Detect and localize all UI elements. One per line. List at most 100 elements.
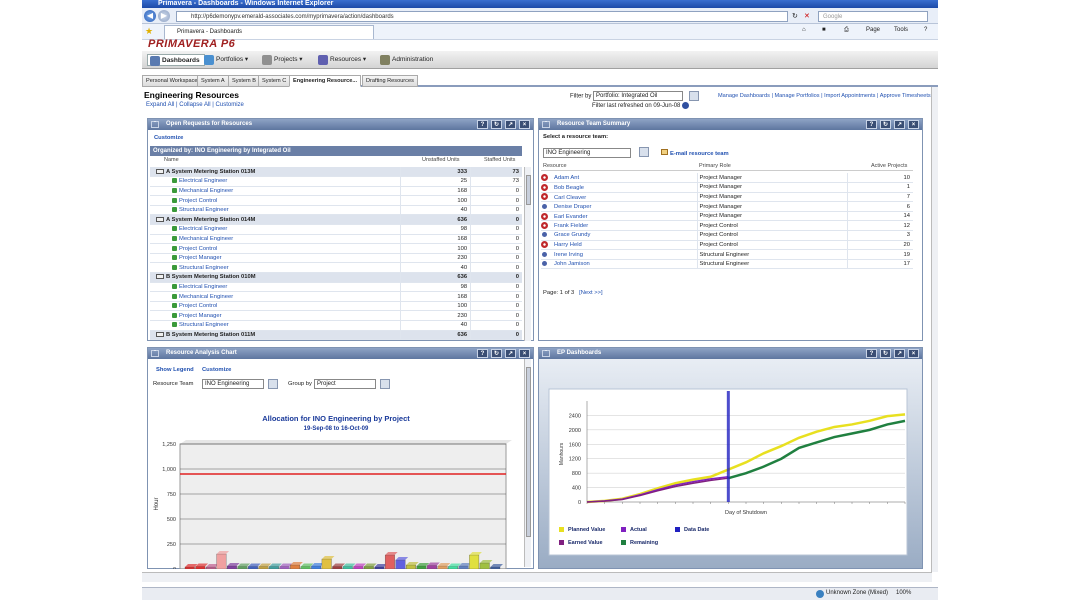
customize-link[interactable]: Customize [202,367,231,373]
collapse-icon[interactable]: ˆ [542,350,550,357]
row-name[interactable]: Mechanical Engineer [179,294,233,300]
refresh-icon[interactable]: ↻ [792,12,798,20]
analysis-team-go[interactable] [268,379,278,389]
row-name[interactable]: Project Control [179,198,217,204]
refresh-filter-icon[interactable] [682,102,690,109]
table-row[interactable]: Harry Held Project Control 20 [541,240,913,251]
row-name[interactable]: Mechanical Engineer [179,236,233,242]
tab-drafting-resources[interactable]: Drafting Resources [362,75,418,87]
resource-name[interactable]: Frank Fielder [554,223,588,229]
tab-engineering-resources[interactable]: Engineering Resource... [289,75,362,87]
help-icon[interactable]: ? [924,27,927,33]
popout-icon[interactable]: ↗ [505,120,516,129]
row-name[interactable]: Project Control [179,303,217,309]
row-name[interactable]: Electrical Engineer [179,284,227,290]
row-name[interactable]: Project Control [179,246,217,252]
table-row[interactable]: Adam Ant Project Manager 10 [541,173,913,184]
group-select[interactable]: Project [314,379,376,389]
team-go-button[interactable] [639,147,649,157]
folder-icon[interactable] [156,168,164,174]
table-row[interactable]: Frank Fielder Project Control 12 [541,220,913,232]
manage-portfolios-link[interactable]: Manage Portfolios [775,93,820,99]
table-row[interactable]: Project Control 100 0 [150,195,522,206]
group-go[interactable] [380,379,390,389]
table-row[interactable]: Bob Beagle Project Manager 1 [541,182,913,193]
resource-name[interactable]: Irene Irving [554,252,583,258]
table-row[interactable]: Structural Engineer 40 0 [150,262,522,274]
approve-timesheets-link[interactable]: Approve Timesheets [880,93,931,99]
table-row[interactable]: Carl Cleaver Project Manager 7 [541,192,913,203]
favorites-star-icon[interactable]: ★ [145,26,153,37]
requests-scrollbar[interactable] [524,167,531,341]
table-row[interactable]: Structural Engineer 40 0 [150,205,522,216]
row-name[interactable]: Structural Engineer [179,322,229,328]
table-row[interactable]: Project Manager 230 0 [150,310,522,321]
group-row[interactable]: B System Metering Station 011M 636 0 [150,330,522,341]
resource-name[interactable]: Harry Held [554,242,582,248]
help-icon[interactable]: ? [866,349,877,358]
row-name[interactable]: Electrical Engineer [179,226,227,232]
menu-projects[interactable]: Projects ▾ [260,54,307,66]
feeds-icon[interactable]: ■ [822,27,826,33]
next-page-link[interactable]: [Next >>] [579,290,603,296]
table-row[interactable]: Denise Draper Project Manager 6 [541,201,913,212]
row-name[interactable]: Mechanical Engineer [179,188,233,194]
forward-button-icon[interactable]: ▶ [158,10,170,22]
table-row[interactable]: Structural Engineer 40 0 [150,320,522,331]
table-row[interactable]: Grace Grundy Project Control 3 [541,230,913,241]
menu-portfolios[interactable]: Portfolios ▾ [202,54,252,66]
resource-name[interactable]: Earl Evander [554,214,588,220]
page-menu[interactable]: Page [866,27,880,33]
folder-icon[interactable] [156,216,164,222]
close-icon[interactable]: × [908,349,919,358]
group-row[interactable]: A System Metering Station 013M 333 73 [150,167,522,178]
horizontal-scrollbar[interactable] [142,572,932,582]
expand-all-link[interactable]: Expand All [146,102,174,108]
table-row[interactable]: Irene Irving Structural Engineer 19 [541,249,913,260]
filter-go-button[interactable] [688,91,699,101]
refresh-icon[interactable]: ↻ [880,349,891,358]
table-row[interactable]: Mechanical Engineer 168 0 [150,291,522,302]
tools-menu[interactable]: Tools [894,27,908,33]
stop-icon[interactable]: ✕ [804,12,810,20]
group-row[interactable]: A System Metering Station 014M 636 0 [150,214,522,226]
back-button-icon[interactable]: ◀ [144,10,156,22]
zoom-level[interactable]: 100% [896,590,911,596]
resource-name[interactable]: John Jamison [554,261,590,267]
close-icon[interactable]: × [519,120,530,129]
table-row[interactable]: Earl Evander Project Manager 14 [541,211,913,222]
team-select[interactable]: INO Engineering [543,148,631,158]
popout-icon[interactable]: ↗ [894,349,905,358]
url-input[interactable]: http://p6demonypv.emerald-associates.com… [176,11,788,22]
home-icon[interactable]: ⌂ [802,27,806,33]
menu-resources[interactable]: Resources ▾ [316,54,370,66]
folder-icon[interactable] [156,274,164,280]
customize-link[interactable]: Customize [216,102,244,108]
collapse-icon[interactable]: ˆ [151,121,159,128]
analysis-scrollbar[interactable] [524,359,531,567]
customize-link[interactable]: Customize [154,135,183,141]
tab-system-c[interactable]: System C [258,75,291,87]
show-legend-link[interactable]: Show Legend [156,367,194,373]
vertical-scrollbar[interactable] [931,87,938,572]
row-name[interactable]: Electrical Engineer [179,178,227,184]
menu-administration[interactable]: Administration [378,54,437,66]
manage-dashboards-link[interactable]: Manage Dashboards [718,93,770,99]
help-icon[interactable]: ? [477,120,488,129]
table-row[interactable]: Mechanical Engineer 168 0 [150,186,522,197]
menu-dashboards[interactable]: Dashboards [147,54,205,66]
resource-name[interactable]: Denise Draper [554,204,591,210]
refresh-icon[interactable]: ↻ [880,120,891,129]
table-row[interactable]: Electrical Engineer 98 0 [150,282,522,293]
table-row[interactable]: Project Control 100 0 [150,301,522,312]
browser-tab[interactable]: Primavera - Dashboards [164,25,374,39]
row-name[interactable]: Project Manager [179,313,222,319]
row-name[interactable]: Structural Engineer [179,265,229,271]
help-icon[interactable]: ? [866,120,877,129]
analysis-team-select[interactable]: INO Engineering [202,379,264,389]
row-name[interactable]: Project Manager [179,255,222,261]
import-appointments-link[interactable]: Import Appointments [824,93,875,99]
table-row[interactable]: Project Manager 230 0 [150,253,522,264]
close-icon[interactable]: × [519,349,530,358]
email-team-link[interactable]: E-mail resource team [661,149,729,157]
